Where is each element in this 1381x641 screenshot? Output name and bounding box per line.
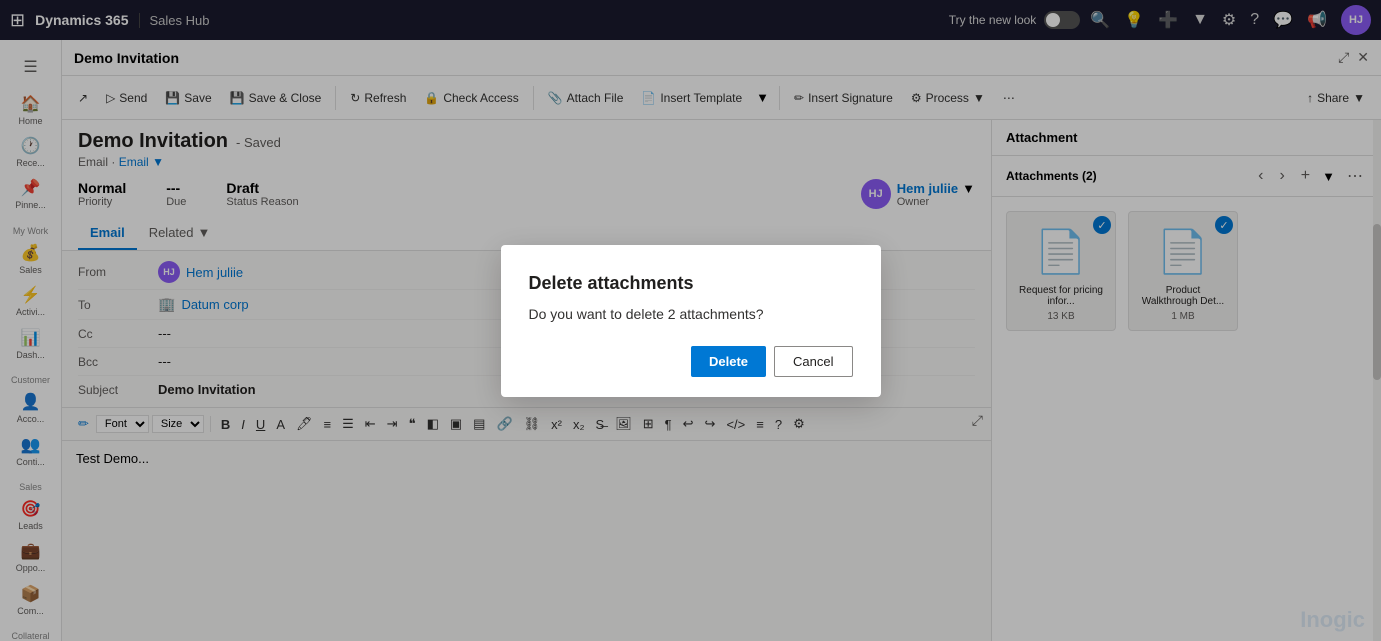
delete-dialog: Delete attachments Do you want to delete… bbox=[501, 245, 881, 397]
dialog-body: Do you want to delete 2 attachments? bbox=[529, 306, 853, 322]
dialog-backdrop: Delete attachments Do you want to delete… bbox=[0, 0, 1381, 641]
dialog-buttons: Delete Cancel bbox=[529, 346, 853, 377]
dialog-title: Delete attachments bbox=[529, 273, 853, 294]
delete-button[interactable]: Delete bbox=[691, 346, 766, 377]
cancel-button[interactable]: Cancel bbox=[774, 346, 852, 377]
